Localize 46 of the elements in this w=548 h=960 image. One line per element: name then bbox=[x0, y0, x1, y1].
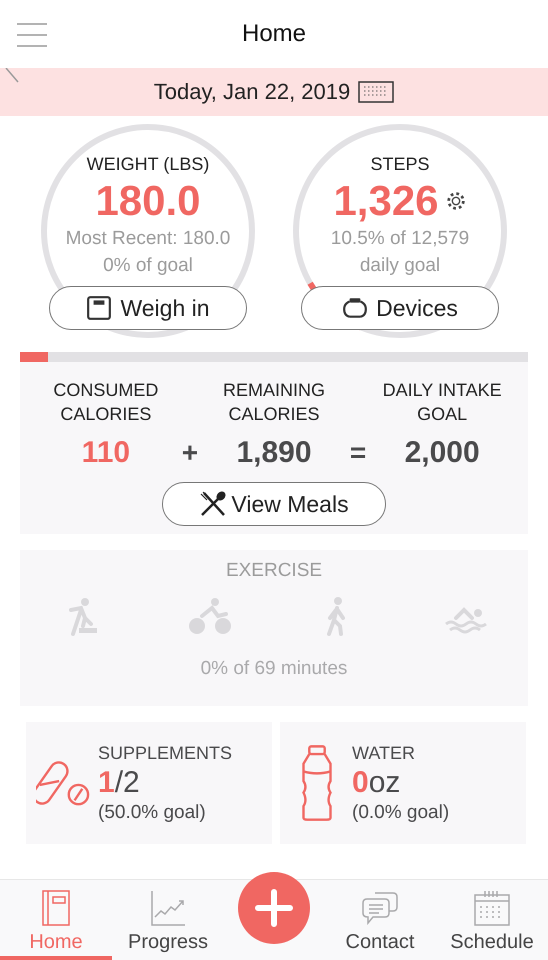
tracker-title: WATER bbox=[352, 742, 416, 764]
swimmer-icon bbox=[444, 607, 487, 634]
plus-icon bbox=[255, 889, 293, 927]
nav-tab[interactable]: Schedule bbox=[436, 880, 548, 960]
calories-label: CONSUMED CALORIES bbox=[52, 379, 160, 426]
scale-icon bbox=[86, 295, 112, 321]
weigh-in-button[interactable]: Weigh in bbox=[49, 286, 247, 330]
ring-title: STEPS bbox=[370, 154, 430, 175]
calendar-icon[interactable] bbox=[358, 81, 394, 103]
operator: = bbox=[350, 437, 366, 469]
walking-icon bbox=[326, 597, 344, 636]
calendar-icon bbox=[473, 889, 511, 927]
menu-icon[interactable] bbox=[17, 22, 47, 48]
ring-value: 180.0 bbox=[95, 177, 201, 225]
tracker-value: 0oz bbox=[352, 766, 402, 800]
tracker-goal: (50.0% goal) bbox=[98, 802, 207, 824]
operator: + bbox=[182, 437, 198, 469]
water-card[interactable]: WATER 0oz (0.0% goal) bbox=[280, 722, 526, 844]
ring-caption: 10.5% of 12,579 bbox=[330, 227, 470, 251]
date-label: Today, Jan 22, 2019 bbox=[154, 79, 350, 105]
ring-caption: daily goal bbox=[360, 254, 440, 278]
calories-label: REMAINING CALORIES bbox=[222, 379, 326, 426]
calories-label: DAILY INTAKE GOAL bbox=[382, 379, 503, 426]
calories-value: 110 bbox=[80, 436, 132, 470]
exercise-caption: 0% of 69 minutes bbox=[200, 658, 348, 680]
step-aerobics-icon bbox=[68, 598, 96, 636]
nav-tab[interactable]: Progress bbox=[112, 880, 224, 960]
nav-tab[interactable]: Contact bbox=[324, 880, 436, 960]
page-title: Home bbox=[242, 20, 306, 48]
line-chart-icon bbox=[149, 889, 187, 927]
view-meals-button[interactable]: View Meals bbox=[162, 482, 386, 526]
supplements-card[interactable]: SUPPLEMENTS 1/2 (50.0% goal) bbox=[26, 722, 272, 844]
ring-title: WEIGHT (LBS) bbox=[86, 154, 210, 175]
calories-value: 1,890 bbox=[235, 436, 313, 470]
tracker-title: SUPPLEMENTS bbox=[98, 742, 232, 764]
fork-spoon-icon bbox=[199, 490, 228, 518]
ring-caption: 0% of goal bbox=[103, 254, 193, 278]
ring-value: 1,326 bbox=[333, 177, 439, 225]
cyclist-icon bbox=[188, 598, 230, 634]
settings-icon[interactable] bbox=[444, 190, 467, 212]
tracker-goal: (0.0% goal) bbox=[352, 802, 450, 824]
devices-button[interactable]: Devices bbox=[301, 286, 499, 330]
exercise-title: EXERCISE bbox=[226, 560, 322, 582]
ring-caption: Most Recent: 180.0 bbox=[66, 227, 230, 251]
calories-value: 2,000 bbox=[404, 436, 481, 470]
tracker-value: 1/2 bbox=[98, 766, 141, 800]
